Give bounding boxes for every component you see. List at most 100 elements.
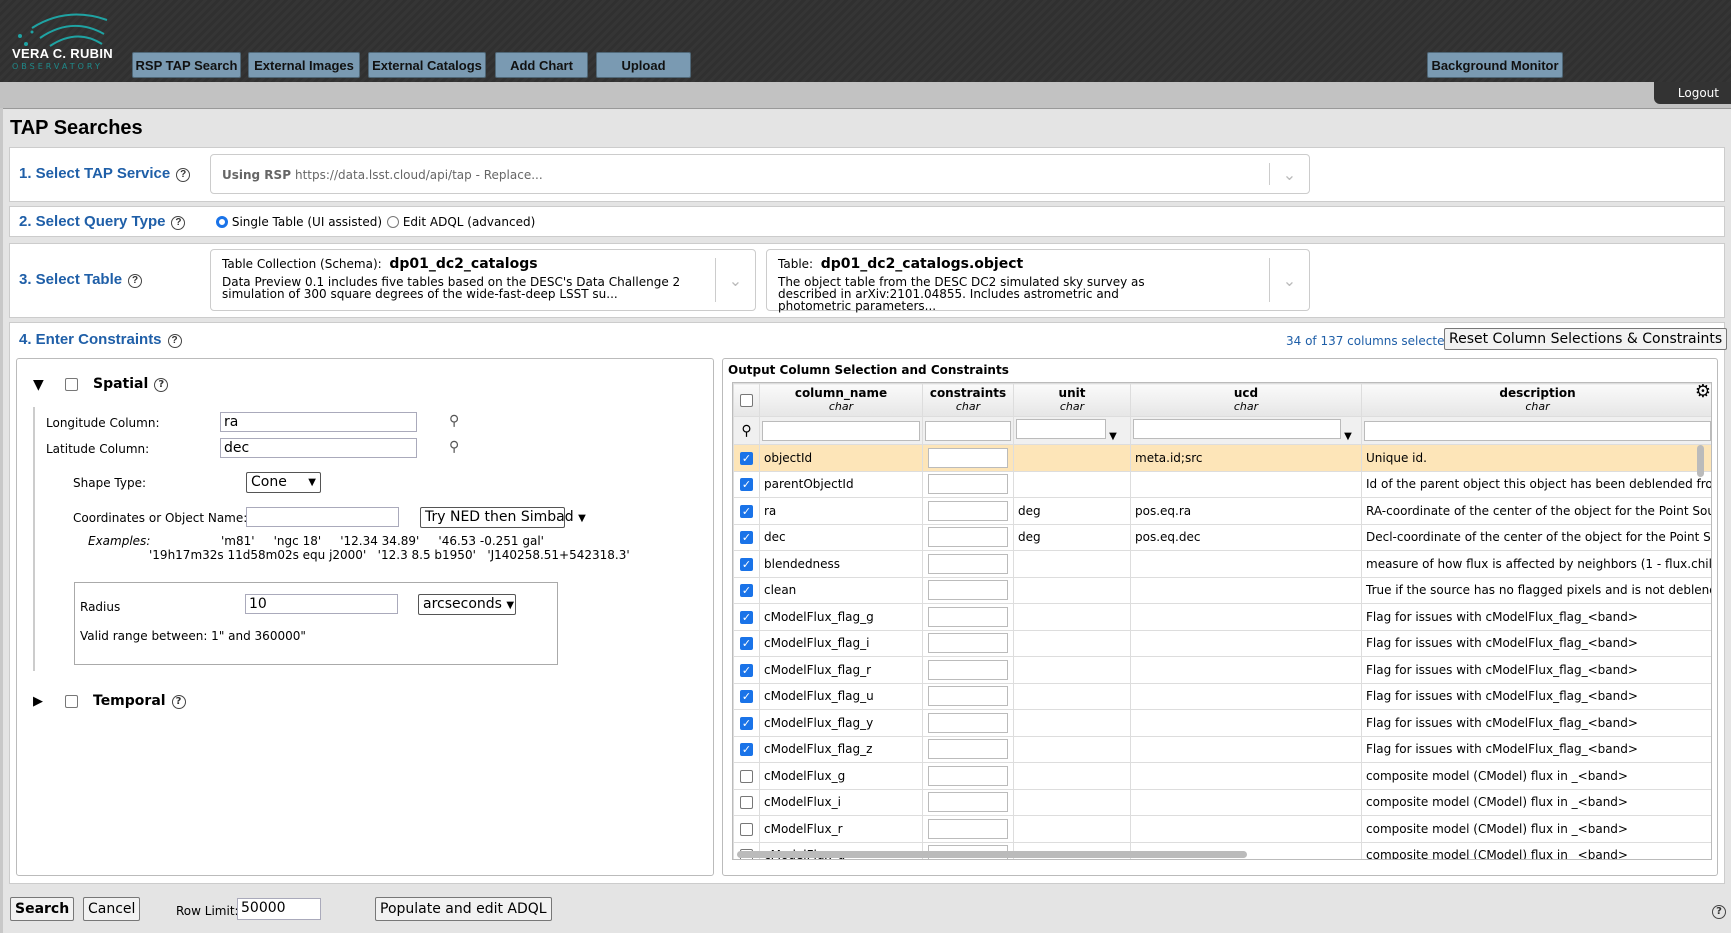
help-icon[interactable]: ? [128, 274, 143, 288]
nav-external-images[interactable]: External Images [248, 52, 360, 78]
table-row[interactable]: ✓ cModelFlux_flag_i Flag for issues with… [733, 629, 1711, 657]
table-row[interactable]: cModelFlux_g composite model (CModel) fl… [733, 762, 1711, 790]
row-checkbox[interactable]: ✓ [740, 504, 753, 518]
filter-unit[interactable] [1016, 419, 1106, 439]
horizontal-scrollbar[interactable] [737, 851, 1247, 858]
row-limit-input[interactable]: 50000 [237, 898, 321, 920]
row-checkbox[interactable] [740, 822, 753, 836]
header-description[interactable]: description char ⚙ [1361, 383, 1711, 417]
row-checkbox[interactable]: ✓ [740, 584, 753, 598]
resolver-select[interactable]: Try NED then Simbad ▼ [420, 507, 586, 528]
select-all-checkbox[interactable] [740, 393, 753, 407]
expand-triangle-icon[interactable]: ▶ [33, 694, 43, 709]
nav-rsp-tap-search[interactable]: RSP TAP Search [132, 52, 241, 78]
chevron-down-icon[interactable]: ⌄ [1269, 163, 1309, 185]
help-icon[interactable]: ? [167, 334, 182, 348]
filter-description[interactable] [1364, 420, 1711, 441]
table-row[interactable]: ✓ blendedness measure of how flux is aff… [733, 550, 1711, 578]
latitude-input[interactable]: dec [220, 438, 417, 458]
constraint-input[interactable] [928, 447, 1008, 468]
filter-icon[interactable]: ⚲ [733, 416, 760, 445]
constraint-input[interactable] [928, 633, 1008, 654]
constraint-input[interactable] [928, 580, 1008, 601]
table-row[interactable]: cModelFlux_i composite model (CModel) fl… [733, 788, 1711, 816]
help-icon[interactable]: ? [154, 378, 169, 392]
chevron-down-icon[interactable]: ⌄ [715, 258, 755, 302]
search-icon[interactable]: ⚲ [449, 439, 459, 455]
logout-link[interactable]: Logout [1654, 82, 1731, 104]
row-checkbox[interactable]: ✓ [740, 663, 753, 677]
constraint-input[interactable] [928, 739, 1008, 760]
constraint-input[interactable] [928, 474, 1008, 495]
row-checkbox[interactable]: ✓ [740, 743, 753, 757]
row-checkbox[interactable] [740, 796, 753, 810]
constraint-input[interactable] [928, 500, 1008, 521]
header-column-name[interactable]: column_name char [759, 383, 923, 417]
search-button[interactable]: Search [10, 897, 75, 921]
shape-type-select[interactable]: Cone ▼ [246, 472, 321, 493]
filter-constraints[interactable] [925, 420, 1011, 441]
row-checkbox[interactable]: ✓ [740, 637, 753, 651]
table-row[interactable]: ✓ cModelFlux_flag_z Flag for issues with… [733, 735, 1711, 763]
constraint-input[interactable] [928, 792, 1008, 813]
row-checkbox[interactable]: ✓ [740, 531, 753, 545]
coordinates-input[interactable] [246, 507, 399, 527]
table-row[interactable]: ✓ clean True if the source has no flagge… [733, 576, 1711, 604]
help-icon[interactable]: ? [171, 695, 186, 709]
radius-input[interactable]: 10 [245, 594, 398, 614]
schema-select[interactable]: Table Collection (Schema): dp01_dc2_cata… [210, 249, 756, 311]
row-checkbox[interactable]: ✓ [740, 610, 753, 624]
collapse-triangle-icon[interactable]: ▼ [33, 377, 44, 393]
chevron-down-icon[interactable]: ⌄ [1269, 258, 1309, 302]
row-checkbox[interactable]: ✓ [740, 716, 753, 730]
nav-upload[interactable]: Upload [596, 52, 691, 78]
dropdown-arrow-icon[interactable]: ▼ [1106, 431, 1117, 442]
header-ucd[interactable]: ucd char [1130, 383, 1362, 417]
radio-edit-adql[interactable]: Edit ADQL (advanced) [387, 215, 535, 229]
help-icon[interactable]: ? [176, 168, 191, 182]
table-row[interactable]: ✓ cModelFlux_flag_u Flag for issues with… [733, 682, 1711, 710]
radio-single-table[interactable]: Single Table (UI assisted) [216, 215, 382, 229]
constraint-input[interactable] [928, 606, 1008, 627]
tap-service-select[interactable]: Using RSP https://data.lsst.cloud/api/ta… [210, 154, 1310, 194]
table-row[interactable]: ✓ parentObjectId Id of the parent object… [733, 470, 1711, 498]
table-row[interactable]: ✓ dec deg pos.eq.dec Decl-coordinate of … [733, 523, 1711, 551]
nav-add-chart[interactable]: Add Chart [495, 52, 588, 78]
background-monitor-button[interactable]: Background Monitor [1427, 52, 1563, 78]
vertical-scrollbar[interactable] [1697, 445, 1704, 477]
table-row[interactable]: ✓ cModelFlux_flag_y Flag for issues with… [733, 709, 1711, 737]
row-checkbox[interactable]: ✓ [740, 478, 753, 492]
spatial-checkbox[interactable] [65, 378, 78, 391]
table-select[interactable]: Table: dp01_dc2_catalogs.object The obje… [766, 249, 1310, 312]
table-row[interactable]: ✓ ra deg pos.eq.ra RA-coordinate of the … [733, 497, 1711, 525]
longitude-input[interactable]: ra [220, 412, 417, 432]
header-unit[interactable]: unit char [1013, 383, 1131, 417]
help-icon[interactable]: ? [171, 216, 186, 230]
row-checkbox[interactable] [740, 769, 753, 783]
table-row[interactable]: ✓ cModelFlux_flag_r Flag for issues with… [733, 656, 1711, 684]
nav-external-catalogs[interactable]: External Catalogs [368, 52, 486, 78]
constraint-input[interactable] [928, 686, 1008, 707]
header-constraints[interactable]: constraints char [922, 383, 1014, 417]
table-row[interactable]: ✓ objectId meta.id;src Unique id. [733, 444, 1711, 472]
constraint-input[interactable] [928, 553, 1008, 574]
table-row[interactable]: ✓ cModelFlux_flag_g Flag for issues with… [733, 603, 1711, 631]
constraint-input[interactable] [928, 659, 1008, 680]
cancel-button[interactable]: Cancel [83, 897, 141, 921]
constraint-input[interactable] [928, 765, 1008, 786]
temporal-checkbox[interactable] [65, 695, 78, 708]
filter-column-name[interactable] [762, 420, 920, 441]
constraint-input[interactable] [928, 712, 1008, 733]
reset-button[interactable]: Reset Column Selections & Constraints [1444, 328, 1728, 350]
row-checkbox[interactable]: ✓ [740, 451, 753, 465]
radius-unit-select[interactable]: arcseconds ▼ [418, 594, 516, 615]
constraint-input[interactable] [928, 818, 1008, 839]
help-icon[interactable]: ? [1712, 905, 1726, 919]
row-checkbox[interactable]: ✓ [740, 690, 753, 704]
gear-icon[interactable]: ⚙ [1695, 385, 1711, 401]
populate-adql-button[interactable]: Populate and edit ADQL [375, 897, 552, 921]
table-row[interactable]: cModelFlux_r composite model (CModel) fl… [733, 815, 1711, 843]
filter-ucd[interactable] [1133, 419, 1341, 439]
row-checkbox[interactable]: ✓ [740, 557, 753, 571]
dropdown-arrow-icon[interactable]: ▼ [1341, 431, 1352, 442]
